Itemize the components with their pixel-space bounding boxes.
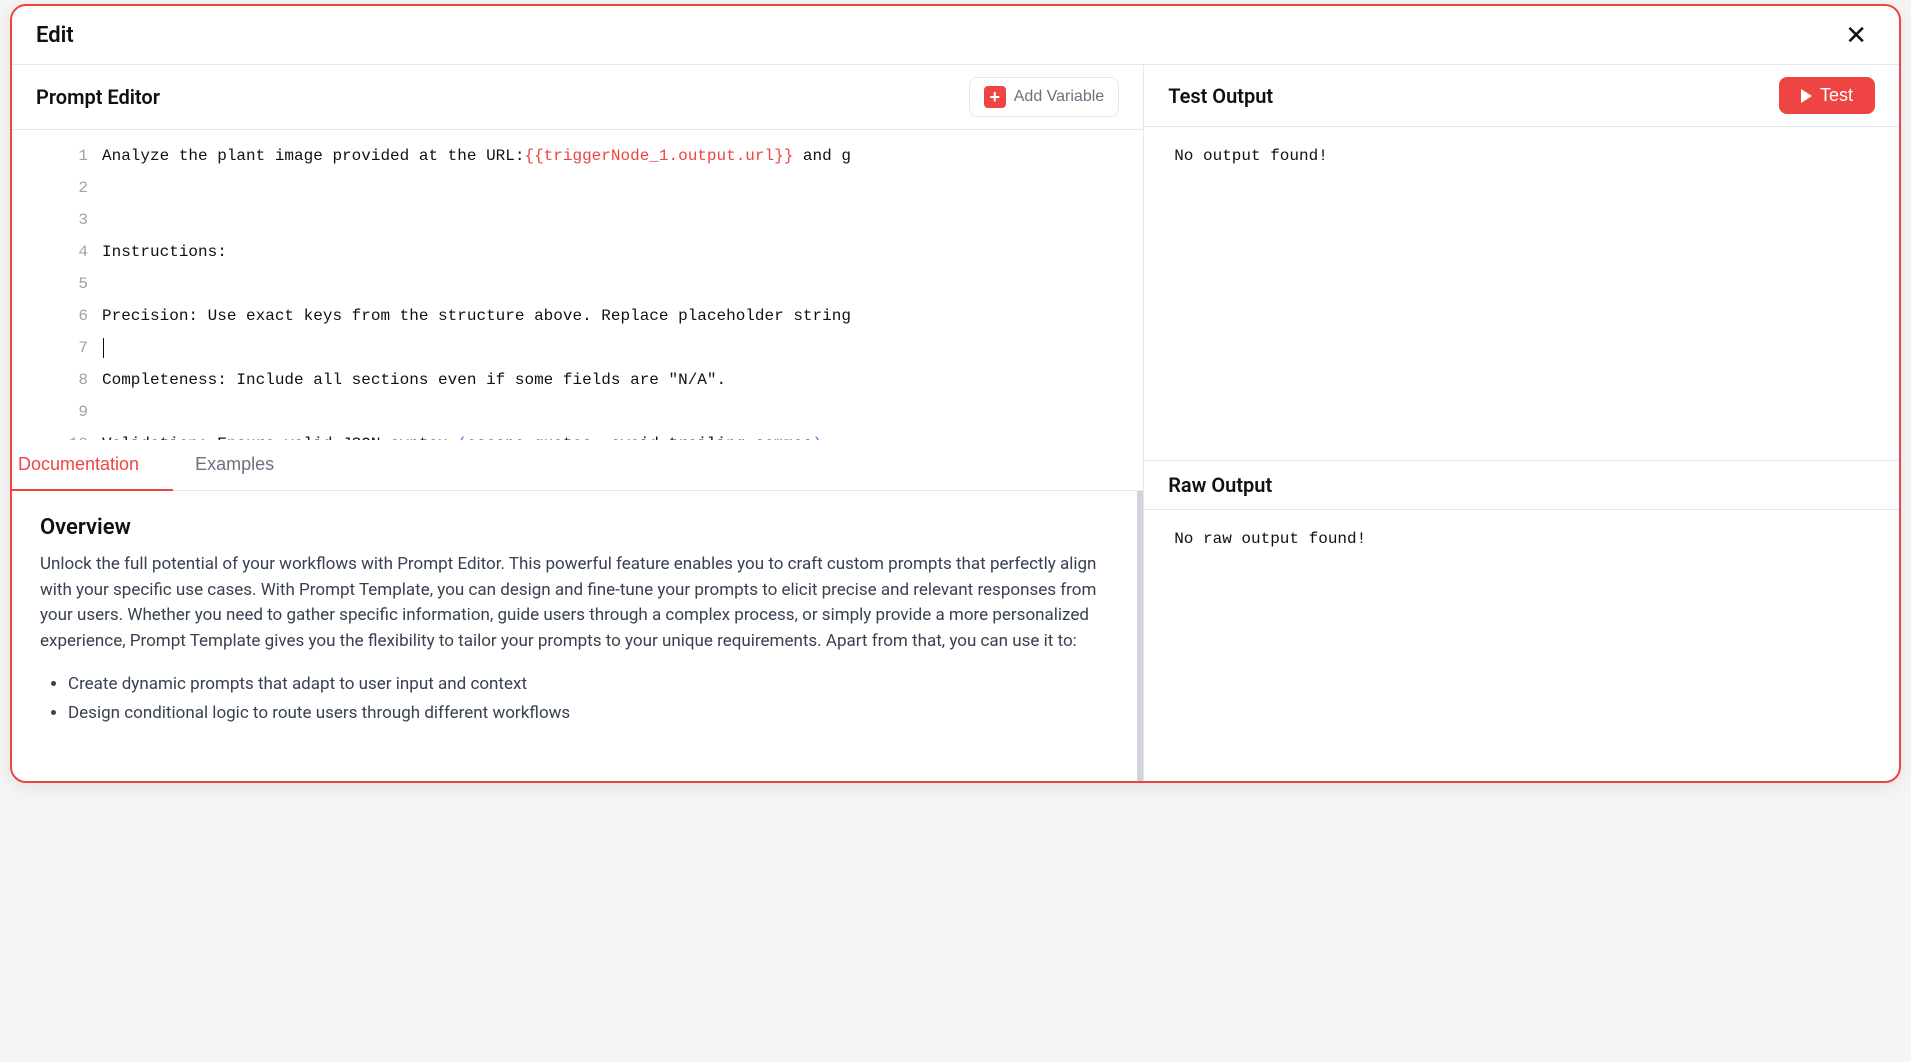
code-line[interactable]: 6Precision: Use exact keys from the stru… (12, 300, 1143, 332)
documentation-bullet: Create dynamic prompts that adapt to use… (68, 670, 1109, 699)
modal-title: Edit (36, 23, 74, 48)
code-line[interactable]: 4Instructions: (12, 236, 1143, 268)
code-line[interactable]: 1Analyze the plant image provided at the… (12, 140, 1143, 172)
line-content[interactable]: Validation: Ensure valid JSON syntax (es… (102, 428, 1143, 440)
line-number: 7 (12, 332, 102, 364)
code-line[interactable]: 10Validation: Ensure valid JSON syntax (… (12, 428, 1143, 440)
code-line[interactable]: 3 (12, 204, 1143, 236)
line-number: 4 (12, 236, 102, 268)
tabs: Documentation Examples (12, 440, 1143, 491)
documentation-bullets: Create dynamic prompts that adapt to use… (40, 670, 1109, 728)
line-content[interactable]: Precision: Use exact keys from the struc… (102, 300, 1143, 332)
variable-token: {{triggerNode_1.output.url}} (524, 147, 793, 165)
test-output-body: No output found! (1144, 127, 1899, 185)
test-button[interactable]: Test (1779, 77, 1875, 114)
left-panel: Prompt Editor + Add Variable 1Analyze th… (12, 65, 1144, 781)
add-variable-button[interactable]: + Add Variable (969, 77, 1119, 117)
close-button[interactable]: ✕ (1837, 18, 1875, 52)
modal-header: Edit ✕ (12, 6, 1899, 65)
line-content[interactable] (102, 268, 1143, 300)
prompt-editor-title: Prompt Editor (36, 85, 160, 109)
edit-modal: Edit ✕ Prompt Editor + Add Variable 1Ana… (10, 4, 1901, 783)
raw-output-body: No raw output found! (1144, 510, 1899, 568)
line-content[interactable]: Analyze the plant image provided at the … (102, 140, 1143, 172)
code-line[interactable]: 5 (12, 268, 1143, 300)
code-line[interactable]: 8Completeness: Include all sections even… (12, 364, 1143, 396)
raw-output-empty: No raw output found! (1174, 530, 1366, 548)
prompt-editor-header: Prompt Editor + Add Variable (12, 65, 1143, 130)
documentation-paragraph: Unlock the full potential of your workfl… (40, 552, 1109, 654)
code-line[interactable]: 7 (12, 332, 1143, 364)
line-number: 8 (12, 364, 102, 396)
code-editor[interactable]: 1Analyze the plant image provided at the… (12, 130, 1143, 440)
raw-output-title: Raw Output (1168, 473, 1875, 497)
raw-output-header: Raw Output (1144, 460, 1899, 510)
line-content[interactable] (102, 332, 1143, 364)
raw-output-section: Raw Output No raw output found! (1144, 460, 1899, 568)
line-content[interactable] (102, 396, 1143, 428)
line-content[interactable]: Instructions: (102, 236, 1143, 268)
code-line[interactable]: 2 (12, 172, 1143, 204)
test-output-title: Test Output (1168, 84, 1273, 108)
play-icon (1801, 89, 1812, 103)
line-number: 1 (12, 140, 102, 172)
documentation-heading: Overview (40, 515, 1109, 540)
code-line[interactable]: 9 (12, 396, 1143, 428)
line-number: 9 (12, 396, 102, 428)
test-output-section: Test Output Test No output found! (1144, 65, 1899, 460)
documentation-content: Overview Unlock the full potential of yo… (12, 491, 1143, 781)
plus-icon: + (984, 86, 1006, 108)
right-panel: Test Output Test No output found! Raw Ou… (1144, 65, 1899, 781)
tab-examples[interactable]: Examples (173, 440, 296, 491)
close-icon: ✕ (1845, 20, 1867, 50)
line-content[interactable]: Completeness: Include all sections even … (102, 364, 1143, 396)
text-cursor (103, 338, 104, 358)
tab-documentation[interactable]: Documentation (12, 440, 173, 491)
line-content[interactable] (102, 172, 1143, 204)
line-number: 5 (12, 268, 102, 300)
test-output-empty: No output found! (1174, 147, 1328, 165)
line-content[interactable] (102, 204, 1143, 236)
line-number: 6 (12, 300, 102, 332)
line-number: 10 (12, 428, 102, 440)
modal-body: Prompt Editor + Add Variable 1Analyze th… (12, 65, 1899, 781)
documentation-bullet: Design conditional logic to route users … (68, 699, 1109, 728)
test-button-label: Test (1820, 85, 1853, 106)
line-number: 3 (12, 204, 102, 236)
add-variable-label: Add Variable (1014, 88, 1104, 106)
line-number: 2 (12, 172, 102, 204)
test-output-header: Test Output Test (1144, 65, 1899, 127)
